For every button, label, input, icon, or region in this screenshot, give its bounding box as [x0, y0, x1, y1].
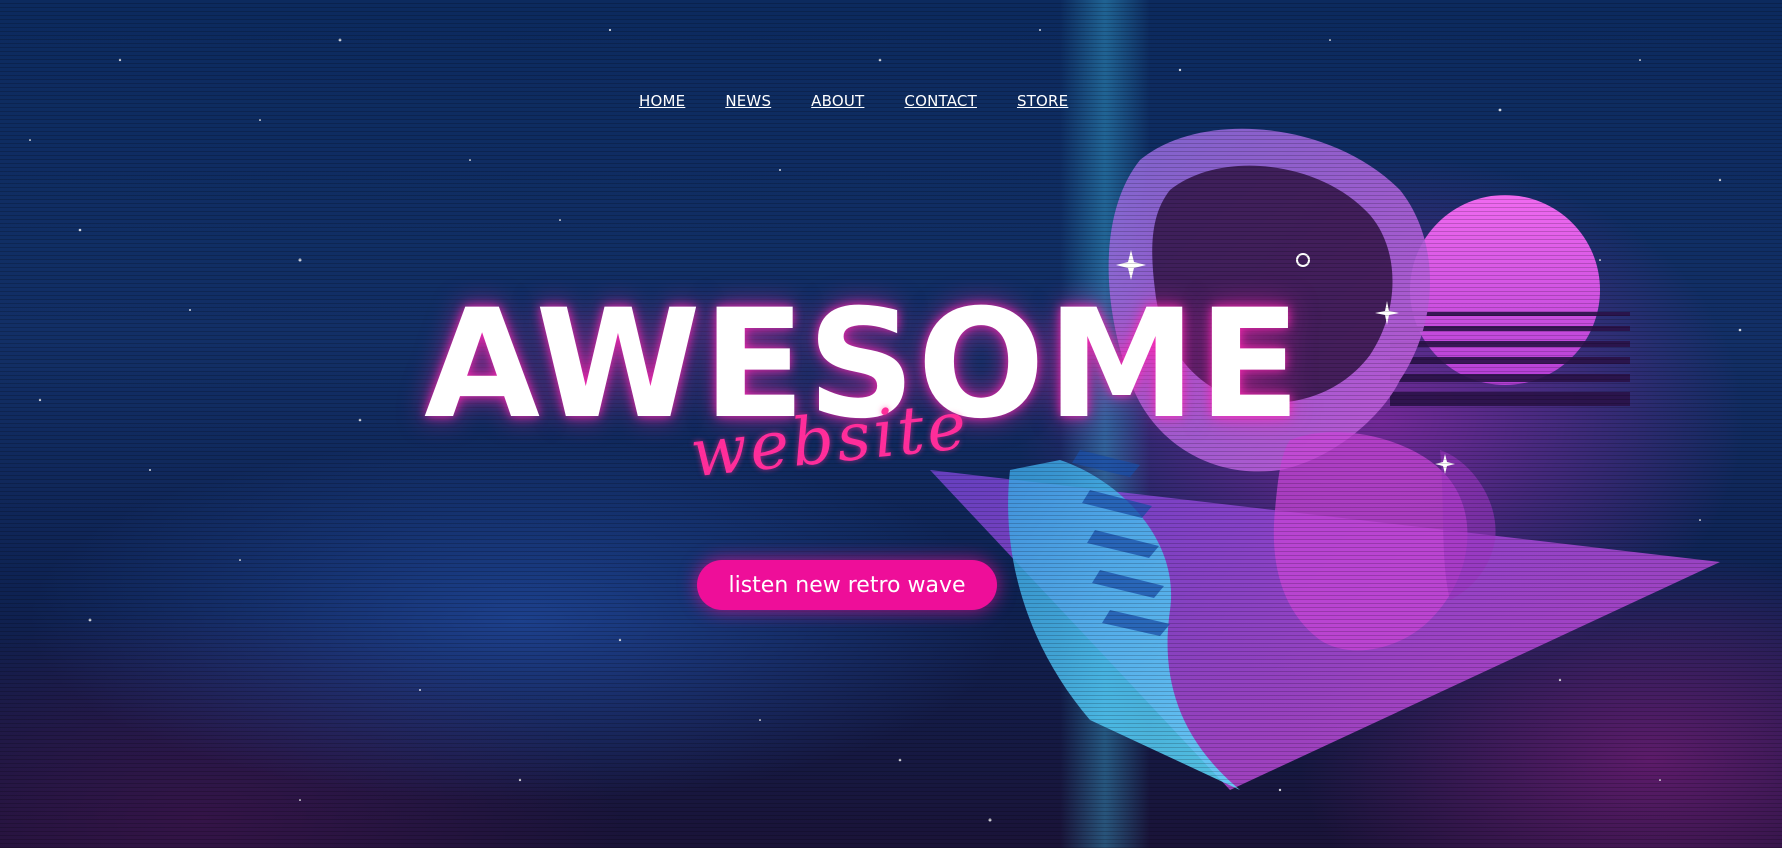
nav-store[interactable]: STORE: [1017, 92, 1068, 110]
nav-about[interactable]: ABOUT: [811, 92, 864, 110]
hero-section: HOME NEWS ABOUT CONTACT STORE AWESOME we…: [0, 0, 1782, 848]
nav-contact[interactable]: CONTACT: [904, 92, 977, 110]
nav-home[interactable]: HOME: [639, 92, 685, 110]
main-nav: HOME NEWS ABOUT CONTACT STORE: [639, 92, 1108, 110]
listen-button[interactable]: listen new retro wave: [697, 560, 997, 610]
nav-news[interactable]: NEWS: [725, 92, 771, 110]
